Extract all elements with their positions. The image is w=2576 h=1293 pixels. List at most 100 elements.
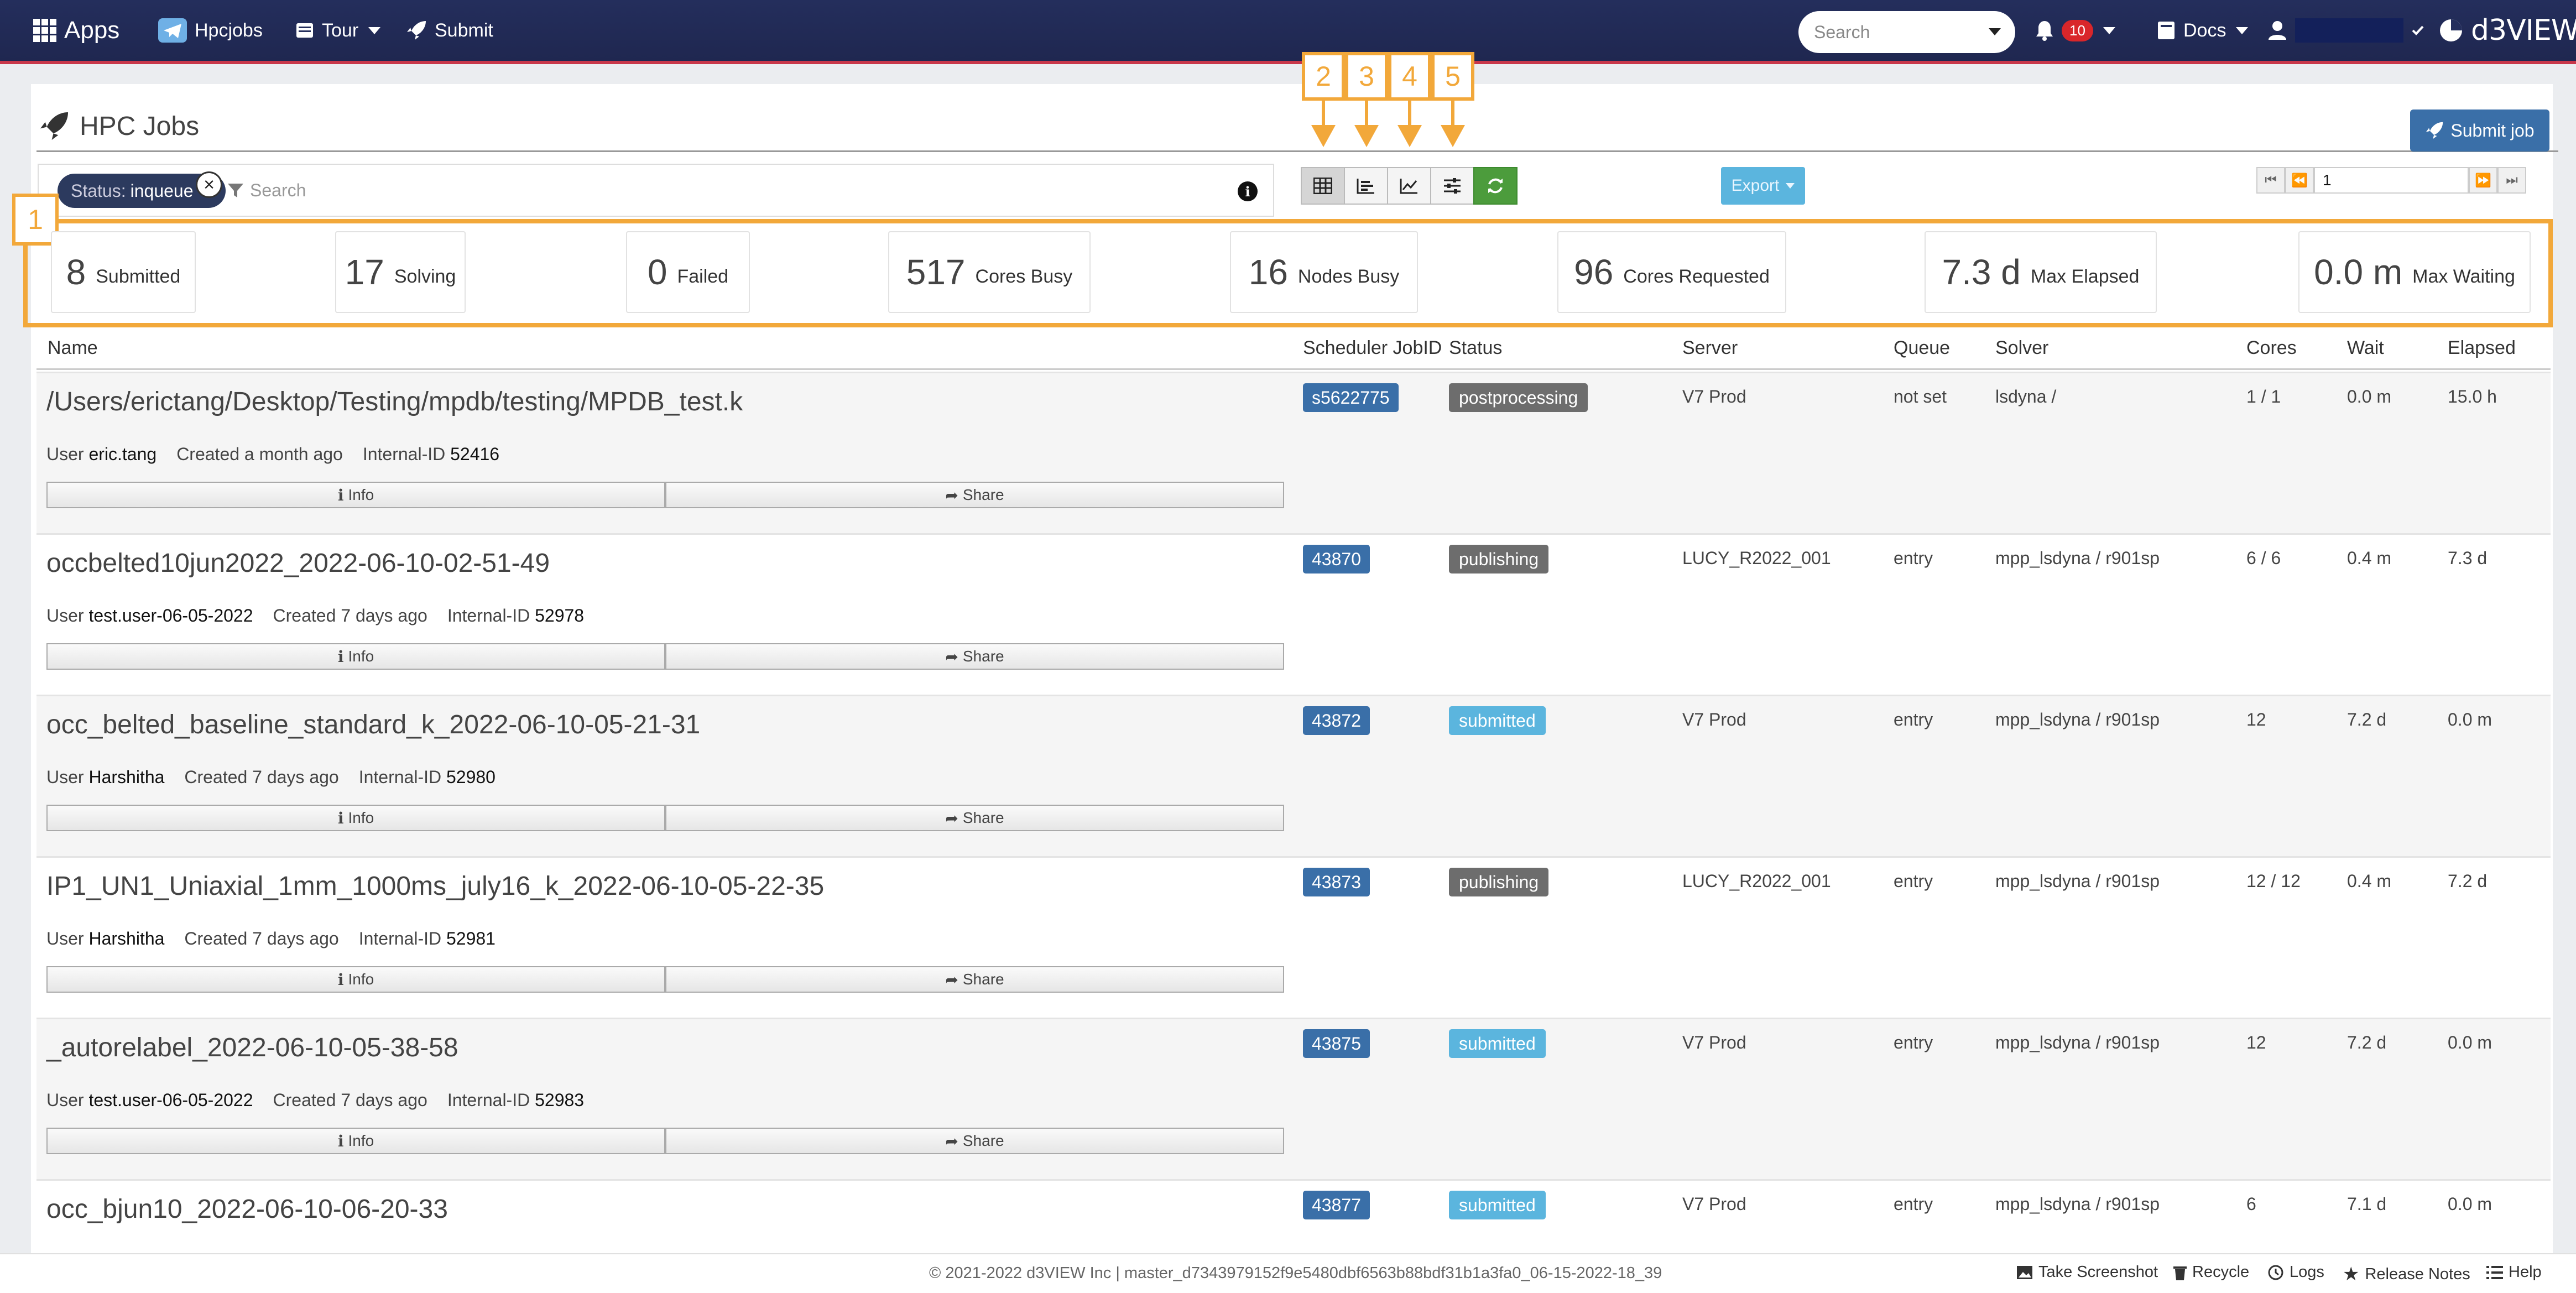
rocket-icon [2426,122,2443,139]
scheduler-jobid-badge[interactable]: s5622775 [1303,383,1399,412]
scheduler-jobid-badge[interactable]: 43875 [1303,1029,1370,1058]
trash-icon [2173,1266,2187,1280]
stat-card-cores-requested[interactable]: 96 Cores Requested [1557,231,1786,313]
info-button[interactable]: i Info [46,966,665,993]
share-button[interactable]: ➦ Share [665,805,1284,831]
stat-label: Nodes Busy [1297,265,1400,287]
recycle-link[interactable]: Recycle [2173,1263,2249,1281]
filter-search-input[interactable]: Search [227,180,306,201]
remove-filter-close-icon[interactable]: × [196,171,222,198]
refresh-button[interactable] [1473,167,1518,205]
logo-text: d3VIEW [2471,14,2576,47]
col-header-server[interactable]: Server [1682,337,1738,359]
release-notes-link[interactable]: ★ Release Notes [2343,1263,2470,1285]
col-header-elapsed[interactable]: Elapsed [2448,337,2516,359]
job-name[interactable]: occbelted10jun2022_2022-06-10-02-51-49 [46,548,550,578]
stat-card-cores-busy[interactable]: 517 Cores Busy [888,231,1091,313]
first-page-icon[interactable]: ⏮ [2256,167,2285,194]
row-actions: i Info ➦ Share [46,482,1284,508]
top-navbar: Apps Hpcjobs Tour Submit Search 10 Docs … [0,0,2576,64]
stat-card-solving[interactable]: 17 Solving [335,231,466,313]
submit-job-button[interactable]: Submit job [2410,110,2549,152]
info-icon: i [337,809,344,827]
stat-card-submitted[interactable]: 8 Submitted [51,231,196,313]
share-button[interactable]: ➦ Share [665,643,1284,670]
tour-menu[interactable]: Tour [295,0,381,61]
stat-card-max-waiting[interactable]: 0.0 m Max Waiting [2298,231,2531,313]
share-label: Share [962,809,1004,826]
submit-link[interactable]: Submit [406,0,493,61]
notifications-menu[interactable]: 10 [2035,0,2115,61]
settings-view-button[interactable] [1430,167,1474,205]
job-name[interactable]: occ_bjun10_2022-06-10-06-20-33 [46,1194,448,1224]
annotation-arrow-icon [1441,125,1465,147]
export-dropdown[interactable]: Export [1721,167,1805,205]
info-button[interactable]: i Info [46,1128,665,1154]
docs-menu[interactable]: Docs [2157,0,2249,61]
col-header-scheduler-jobid[interactable]: Scheduler JobID [1303,337,1442,359]
meta-user-label: User [46,767,84,787]
logs-link[interactable]: Logs [2267,1263,2324,1281]
info-button[interactable]: i Info [46,482,665,508]
job-name[interactable]: IP1_UN1_Uniaxial_1mm_1000ms_july16_k_202… [46,871,824,901]
chip-value: inqueue [130,180,194,201]
telegram-icon [158,18,187,43]
cores-cell: 12 [2246,1033,2266,1052]
share-button[interactable]: ➦ Share [665,966,1284,993]
server-cell: V7 Prod [1682,710,1746,729]
meta-user: User test.user-06-05-2022 [46,1090,253,1110]
line-chart-view-button[interactable] [1387,167,1431,205]
col-header-cores[interactable]: Cores [2246,337,2297,359]
user-menu[interactable] [2267,0,2424,61]
col-header-name[interactable]: Name [48,337,98,359]
info-button[interactable]: i Info [46,643,665,670]
scheduler-jobid-badge[interactable]: 43870 [1303,545,1370,573]
col-header-status[interactable]: Status [1449,337,1502,359]
meta-internal-value: 52416 [450,444,500,464]
job-name[interactable]: /Users/erictang/Desktop/Testing/mpdb/tes… [46,387,743,417]
share-button[interactable]: ➦ Share [665,1128,1284,1154]
stat-card-failed[interactable]: 0 Failed [626,231,750,313]
info-label: Info [348,648,374,665]
stat-card-nodes-busy[interactable]: 16 Nodes Busy [1230,231,1418,313]
page-number-input[interactable]: 1 [2314,167,2469,194]
solver-cell: mpp_lsdyna / r901sp [1995,1033,2160,1052]
scheduler-jobid-badge[interactable]: 43872 [1303,706,1370,735]
bar-chart-icon [1357,179,1374,194]
apps-menu[interactable]: Apps [33,0,119,61]
bar-chart-view-button[interactable] [1344,167,1388,205]
meta-user-value: Harshitha [88,929,165,948]
meta-user: User Harshitha [46,929,164,949]
global-search-input[interactable]: Search [1798,11,2015,53]
hpcjobs-link[interactable]: Hpcjobs [158,0,263,61]
server-cell: V7 Prod [1682,1194,1746,1214]
job-name[interactable]: occ_belted_baseline_standard_k_2022-06-1… [46,710,700,740]
col-header-wait[interactable]: Wait [2347,337,2384,359]
info-icon[interactable]: i [1238,181,1258,201]
scheduler-jobid-badge[interactable]: 43873 [1303,868,1370,896]
annotation-arrow-stem [1322,101,1325,126]
share-button[interactable]: ➦ Share [665,482,1284,508]
d3view-logo[interactable]: d3VIEW [2439,0,2576,61]
scheduler-jobid-badge[interactable]: 43877 [1303,1191,1370,1219]
last-page-icon[interactable]: ⏭ [2497,167,2526,194]
next-page-icon[interactable]: ⏩ [2469,167,2497,194]
job-meta: User eric.tang Created a month ago Inter… [46,444,499,465]
job-name[interactable]: _autorelabel_2022-06-10-05-38-58 [46,1033,458,1063]
info-button[interactable]: i Info [46,805,665,831]
stat-card-max-elapsed[interactable]: 7.3 d Max Elapsed [1925,231,2157,313]
take-screenshot-link[interactable]: Take Screenshot [2016,1263,2158,1281]
annotation-marker-5: 5 [1431,52,1474,101]
prev-page-icon[interactable]: ⏪ [2285,167,2314,194]
meta-user-value: eric.tang [88,444,157,464]
wait-cell: 0.0 m [2347,387,2392,406]
table-icon [1313,178,1332,194]
row-actions: i Info ➦ Share [46,966,1284,993]
table-view-button[interactable] [1301,167,1345,205]
help-link[interactable]: Help [2486,1263,2542,1281]
recycle-label: Recycle [2192,1263,2250,1281]
share-icon: ➦ [945,486,958,504]
submit-job-label: Submit job [2450,120,2535,140]
col-header-solver[interactable]: Solver [1995,337,2048,359]
col-header-queue[interactable]: Queue [1894,337,1950,359]
